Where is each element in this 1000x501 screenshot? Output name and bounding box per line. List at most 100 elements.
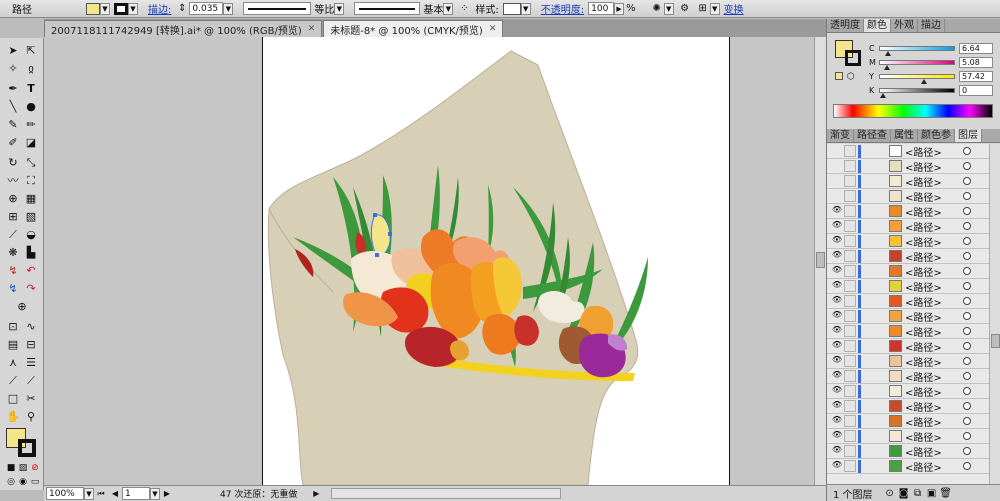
eye-icon[interactable]: 👁 <box>831 340 843 352</box>
layers-scroll-thumb[interactable] <box>991 334 1000 348</box>
gradient-tool-icon[interactable]: ▧ <box>24 210 38 224</box>
hand-tool-icon[interactable]: ✋ <box>6 410 20 424</box>
tab-attributes[interactable]: 属性 <box>891 129 918 142</box>
target-icon[interactable] <box>963 402 971 410</box>
tab-pathfinder[interactable]: 路径查 <box>854 129 891 142</box>
artboard-number-field[interactable]: 1 <box>122 487 150 500</box>
eye-icon[interactable]: 👁 <box>831 415 843 427</box>
layers-list[interactable]: <路径> <路径> <路径> <路径> 👁 <路径> 👁 <路径> 👁 <路径> 👁 <路径> 👁 <路径… <box>827 144 1000 484</box>
layer-row[interactable]: 👁 <路径> <box>827 294 1000 309</box>
eye-icon[interactable]: 👁 <box>831 460 843 472</box>
target-icon[interactable] <box>963 222 971 230</box>
layer-row[interactable]: <路径> <box>827 174 1000 189</box>
eye-icon[interactable]: 👁 <box>831 430 843 442</box>
lock-toggle[interactable] <box>844 190 856 202</box>
red-tool-icon[interactable]: ↯ <box>6 264 20 278</box>
tab-appearance[interactable]: 外观 <box>891 19 918 32</box>
layer-name[interactable]: <路径> <box>905 219 942 234</box>
target-icon[interactable] <box>963 252 971 260</box>
tab-document-2[interactable]: 未标题-8* @ 100% (CMYK/预览) ✕ <box>323 20 504 37</box>
target-icon[interactable] <box>963 417 971 425</box>
line-tool-icon[interactable]: ╲ <box>6 100 20 114</box>
eye-icon[interactable]: 👁 <box>831 385 843 397</box>
cut-tool-icon[interactable]: ✂ <box>24 392 38 406</box>
layer-name[interactable]: <路径> <box>905 444 942 459</box>
prev-artboard-icon[interactable]: ◀ <box>108 487 122 501</box>
chevron-down-icon[interactable]: ▼ <box>128 2 138 15</box>
transform-link[interactable]: 变换 <box>724 1 744 17</box>
column-graph-tool-icon[interactable]: ▙ <box>24 246 38 260</box>
layer-row[interactable]: 👁 <路径> <box>827 309 1000 324</box>
layer-row[interactable]: <路径> <box>827 144 1000 159</box>
eye-icon[interactable]: 👁 <box>831 295 843 307</box>
target-icon[interactable] <box>963 387 971 395</box>
warp-tool-icon[interactable]: 〰 <box>6 174 20 188</box>
eye-icon[interactable]: 👁 <box>831 355 843 367</box>
layer-row[interactable]: 👁 <路径> <box>827 204 1000 219</box>
layer-row[interactable]: 👁 <路径> <box>827 234 1000 249</box>
lock-toggle[interactable] <box>844 415 856 427</box>
artboard[interactable] <box>262 37 730 485</box>
lock-toggle[interactable] <box>844 355 856 367</box>
slider-marker[interactable] <box>885 50 892 56</box>
lock-toggle[interactable] <box>844 325 856 337</box>
status-menu-icon[interactable]: ▶ <box>309 487 323 501</box>
layer-row[interactable]: 👁 <路径> <box>827 324 1000 339</box>
artwork[interactable] <box>263 37 731 485</box>
layer-row[interactable]: 👁 <路径> <box>827 399 1000 414</box>
stroke-color-swatch[interactable] <box>114 2 128 15</box>
zigzag-tool-icon[interactable]: ⋏ <box>6 356 20 370</box>
lock-toggle[interactable] <box>844 430 856 442</box>
web-color-chip[interactable] <box>835 72 843 80</box>
stroke-label[interactable]: 描边: <box>148 1 171 17</box>
layer-row[interactable]: 👁 <路径> <box>827 414 1000 429</box>
brush-definition[interactable]: 基本 ▼ <box>354 1 454 17</box>
tab-gradient[interactable]: 渐变 <box>827 129 854 142</box>
perspective-grid-tool-icon[interactable]: ▦ <box>24 192 38 206</box>
eye-icon[interactable] <box>831 190 843 202</box>
color-spectrum[interactable] <box>833 104 993 118</box>
scroll-thumb[interactable] <box>816 252 825 268</box>
lock-toggle[interactable] <box>844 370 856 382</box>
eye-icon[interactable]: 👁 <box>831 265 843 277</box>
layer-name[interactable]: <路径> <box>905 144 942 159</box>
brush-options-icon[interactable]: ⁘ <box>457 1 471 17</box>
document-setup-icon[interactable]: ⚙ <box>678 1 692 17</box>
blob-brush-tool-icon[interactable]: ✐ <box>6 136 20 150</box>
canvas-area[interactable] <box>44 37 814 485</box>
chevron-down-icon[interactable]: ▼ <box>334 2 345 15</box>
channel-k[interactable]: K0 <box>869 84 999 98</box>
layer-name[interactable]: <路径> <box>905 384 942 399</box>
crosshair-tool-icon[interactable]: ⊕ <box>15 300 29 314</box>
lock-toggle[interactable] <box>844 235 856 247</box>
layer-row[interactable]: 👁 <路径> <box>827 249 1000 264</box>
layer-name[interactable]: <路径> <box>905 234 942 249</box>
target-icon[interactable] <box>963 447 971 455</box>
eyedropper-alt-icon[interactable]: ⟋ <box>6 374 20 388</box>
rotate-tool-icon[interactable]: ↻ <box>6 156 20 170</box>
pencil-tool-icon[interactable]: ✏ <box>24 118 38 132</box>
target-icon[interactable] <box>963 177 971 185</box>
chevron-down-icon[interactable]: ▼ <box>100 2 110 15</box>
layer-name[interactable]: <路径> <box>905 459 942 474</box>
tab-document-1[interactable]: 2007118111742949 [转换].ai* @ 100% (RGB/预览… <box>44 20 323 37</box>
layer-name[interactable]: <路径> <box>905 249 942 264</box>
variable-width-profile[interactable]: 等比 ▼ <box>243 1 345 17</box>
stroke-weight-field[interactable]: ⇕ 0.035 ▼ <box>175 1 234 17</box>
eyedropper-tool-icon[interactable]: ⟋ <box>6 228 20 242</box>
lock-toggle[interactable] <box>844 445 856 457</box>
target-icon[interactable] <box>963 207 971 215</box>
target-icon[interactable] <box>963 312 971 320</box>
target-icon[interactable] <box>963 297 971 305</box>
selection-tool-icon[interactable]: ➤ <box>6 44 20 58</box>
close-icon[interactable]: ✕ <box>489 24 497 34</box>
chevron-right-icon[interactable]: ▶ <box>614 2 625 15</box>
close-icon[interactable]: ✕ <box>308 24 316 34</box>
tab-color[interactable]: 颜色 <box>864 19 891 32</box>
layer-row[interactable]: 👁 <路径> <box>827 219 1000 234</box>
delete-layer-icon[interactable]: 🗑 <box>939 486 953 500</box>
layer-row[interactable]: 👁 <路径> <box>827 264 1000 279</box>
none-mode-icon[interactable]: ⊘ <box>28 461 42 475</box>
eye-icon[interactable] <box>831 175 843 187</box>
eye-icon[interactable]: 👁 <box>831 310 843 322</box>
